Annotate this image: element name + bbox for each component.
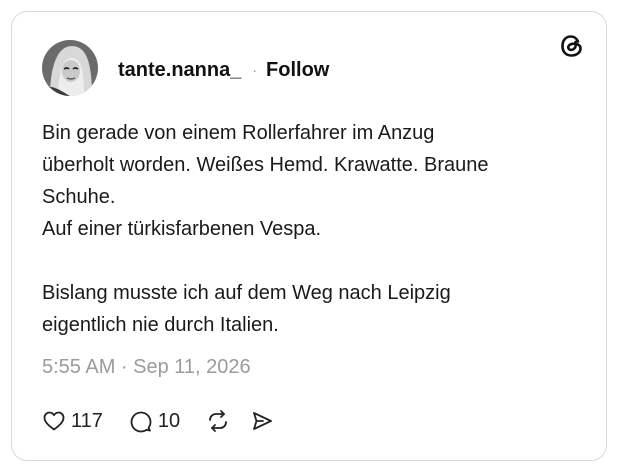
repost-icon: [206, 409, 230, 433]
follow-button[interactable]: Follow: [266, 59, 329, 82]
post-text: Bin gerade von einem Rollerfahrer im Anz…: [42, 122, 489, 336]
share-button[interactable]: [250, 409, 274, 433]
post-header: tante.nanna_ · Follow: [118, 56, 329, 84]
like-button[interactable]: 117: [42, 409, 103, 433]
reply-button[interactable]: 10: [129, 409, 180, 433]
post-card: tante.nanna_ · Follow Bin gerade von ein…: [11, 11, 607, 461]
avatar[interactable]: [42, 40, 98, 96]
post-timestamp[interactable]: 5:55 AM · Sep 11, 2026: [42, 356, 251, 379]
send-icon: [250, 409, 274, 433]
repost-button[interactable]: [206, 409, 230, 433]
heart-icon: [42, 409, 66, 433]
speech-bubble-icon: [129, 409, 153, 433]
like-count: 117: [71, 409, 103, 432]
action-bar: 117 10: [42, 406, 274, 436]
separator-dot: ·: [252, 62, 258, 78]
username-link[interactable]: tante.nanna_: [118, 59, 241, 82]
threads-logo-icon[interactable]: [558, 32, 586, 60]
reply-count: 10: [157, 409, 181, 432]
